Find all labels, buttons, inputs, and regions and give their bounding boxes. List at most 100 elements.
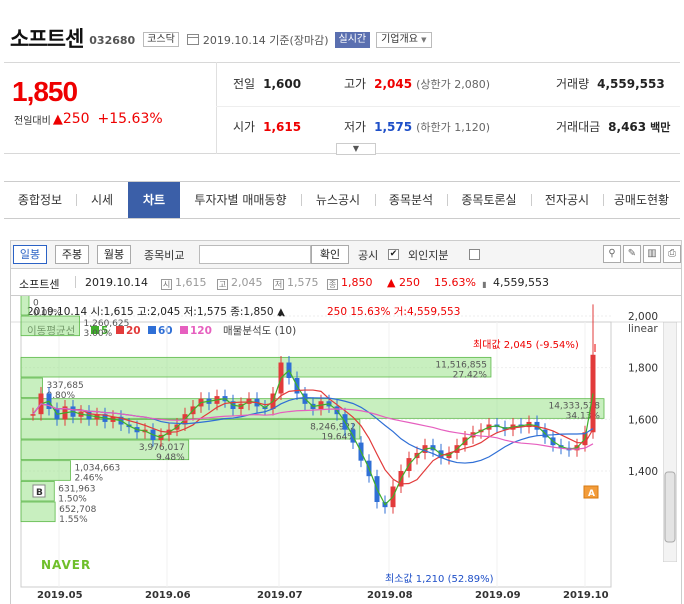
- volume-profile-bar: [20, 418, 361, 440]
- public-checkbox[interactable]: ✔: [388, 249, 399, 260]
- ma-legend-swatch: [148, 326, 156, 334]
- tab-analysis[interactable]: 종목분석: [375, 182, 447, 218]
- low-value: 1,575: [374, 120, 413, 134]
- tab-chart[interactable]: 차트: [128, 182, 180, 218]
- chart-scrollbar[interactable]: [663, 322, 677, 562]
- volume-icon: ▮: [482, 280, 487, 289]
- print-icon[interactable]: ⎙: [663, 245, 681, 263]
- change-label: 전일대비: [14, 115, 51, 127]
- chart-toolbar: 일봉 주봉 월봉 종목비교 확인 공시 ✔ 외인지분 ⚲ ✎ ▥ ⎙: [10, 240, 682, 268]
- turnover: 거래대금 8,463 백만: [556, 118, 670, 135]
- chevron-down-icon: ▼: [352, 144, 360, 153]
- compare-label: 종목비교: [144, 249, 185, 262]
- tab-investor-trends[interactable]: 투자자별 매매동향: [180, 182, 301, 218]
- confirm-button[interactable]: 확인: [311, 245, 349, 264]
- volume-profile-value: 3,976,017: [139, 443, 185, 453]
- open-icon: 시: [161, 279, 172, 290]
- low-price: 저가 1,575 (하한가 1,120): [344, 118, 490, 135]
- max-annotation: 최대값 2,045 (-9.54%): [473, 339, 579, 351]
- marker-a-label: A: [588, 489, 595, 499]
- naver-watermark: NAVER: [41, 558, 92, 572]
- ma-legend-swatch: [180, 326, 188, 334]
- prev-close-label: 전일: [233, 77, 256, 91]
- volume-profile-bar: [20, 460, 71, 481]
- x-tick-label: 2019.05: [37, 590, 83, 601]
- volume-label: 거래량: [556, 77, 590, 91]
- open-value: 1,615: [263, 120, 302, 134]
- title-row: 소프트센 032680 코스닥 2019.10.14 기준(장마감) 실시간 기…: [10, 24, 432, 52]
- prev-close: 전일 1,600: [233, 75, 301, 92]
- ma-legend-label: 120: [190, 325, 212, 337]
- candle-body: [30, 414, 36, 416]
- info-low-value: 1,575: [287, 276, 319, 289]
- volume-profile-bar: [20, 315, 80, 337]
- volume-profile-value: 337,685: [46, 381, 83, 391]
- public-label: 공시: [358, 249, 379, 262]
- tab-overview[interactable]: 종합정보: [4, 182, 76, 218]
- info-low: 저 1,575: [273, 276, 319, 290]
- info-open-value: 1,615: [175, 276, 207, 289]
- weekly-button[interactable]: 주봉: [55, 245, 89, 264]
- volume-profile-pct: 1.55%: [59, 515, 88, 525]
- monthly-button[interactable]: 월봉: [97, 245, 131, 264]
- volume-profile-pct: 1.50%: [58, 494, 87, 504]
- volume-profile-pct: 2.46%: [74, 474, 103, 484]
- tab-quotes[interactable]: 시세: [76, 182, 128, 218]
- chevron-down-icon: ▼: [421, 35, 427, 44]
- draw-icon[interactable]: ✎: [623, 245, 641, 263]
- scale-label: linear: [628, 323, 658, 335]
- info-volume: ▮ 4,559,553: [479, 276, 549, 291]
- expand-button[interactable]: ▼: [336, 143, 376, 155]
- info-high: 고 2,045: [217, 276, 263, 290]
- volume-profile-bar: [20, 356, 492, 378]
- turnover-value: 8,463: [608, 120, 647, 134]
- daily-button[interactable]: 일봉: [13, 245, 47, 264]
- market-badge: 코스닥: [143, 32, 179, 47]
- x-tick-label: 2019.07: [257, 590, 303, 601]
- info-close: 종 1,850: [327, 276, 373, 290]
- tab-disclosure[interactable]: 전자공시: [531, 182, 603, 218]
- tab-short-selling[interactable]: 공매도현황: [603, 182, 680, 218]
- high-price: 고가 2,045 (상한가 2,080): [344, 75, 490, 92]
- upper-limit: (상한가 2,080): [416, 78, 490, 91]
- open-price: 시가 1,615: [233, 118, 301, 135]
- layout-icon[interactable]: ▥: [643, 245, 661, 263]
- company-info-dropdown[interactable]: 기업개요 ▼: [376, 31, 432, 48]
- open-label: 시가: [233, 120, 256, 134]
- volume-profile-bar: [20, 501, 56, 523]
- low-label: 저가: [344, 120, 367, 134]
- volume-profile-bar: [20, 296, 30, 316]
- quote-divider: [216, 62, 217, 154]
- foreign-checkbox[interactable]: [469, 249, 480, 260]
- ma-legend-label: 60: [158, 325, 173, 337]
- chart-area[interactable]: 2019.10.14 시:1,615 고:2,045 저:1,575 종:1,8…: [10, 296, 682, 604]
- date-basis: 2019.10.14 기준(장마감): [202, 34, 329, 47]
- x-tick-label: 2019.06: [145, 590, 191, 601]
- info-name: 소프트센: [19, 278, 60, 291]
- turnover-unit: 백만: [650, 121, 671, 134]
- volume-profile-value: 652,708: [59, 505, 96, 515]
- price-chart[interactable]: 2019.10.14 시:1,615 고:2,045 저:1,575 종:1,8…: [11, 296, 682, 604]
- price-info-bar: 소프트센 2019.10.14 시 1,615 고 2,045 저 1,575 종 1,…: [10, 268, 682, 296]
- indicator-icon[interactable]: ⚲: [603, 245, 621, 263]
- tab-forum[interactable]: 종목토론실: [447, 182, 531, 218]
- volume-profile-value: 631,963: [58, 484, 95, 494]
- high-label: 고가: [344, 77, 367, 91]
- volume-profile-pct: 27.42%: [453, 370, 488, 380]
- y-tick-label: 1,400: [628, 466, 658, 478]
- close-icon: 종: [327, 279, 338, 290]
- min-annotation: 최소값 1,210 (52.89%): [385, 573, 494, 585]
- compare-input[interactable]: [199, 245, 311, 264]
- lower-limit: (하한가 1,120): [416, 121, 490, 134]
- x-tick-label: 2019.08: [367, 590, 413, 601]
- high-value: 2,045: [374, 77, 413, 91]
- quote-divider: [216, 106, 680, 107]
- volume-profile-pct: 3.00%: [84, 329, 113, 339]
- volume-profile-value: 0: [33, 298, 39, 308]
- scrollbar-thumb[interactable]: [664, 471, 676, 543]
- tab-news[interactable]: 뉴스공시: [301, 182, 375, 218]
- realtime-button[interactable]: 실시간: [334, 31, 371, 48]
- change-rate: +15.63%: [97, 111, 163, 127]
- y-tick-label: 2,000: [628, 311, 658, 323]
- x-tick-label: 2019.09: [475, 590, 521, 601]
